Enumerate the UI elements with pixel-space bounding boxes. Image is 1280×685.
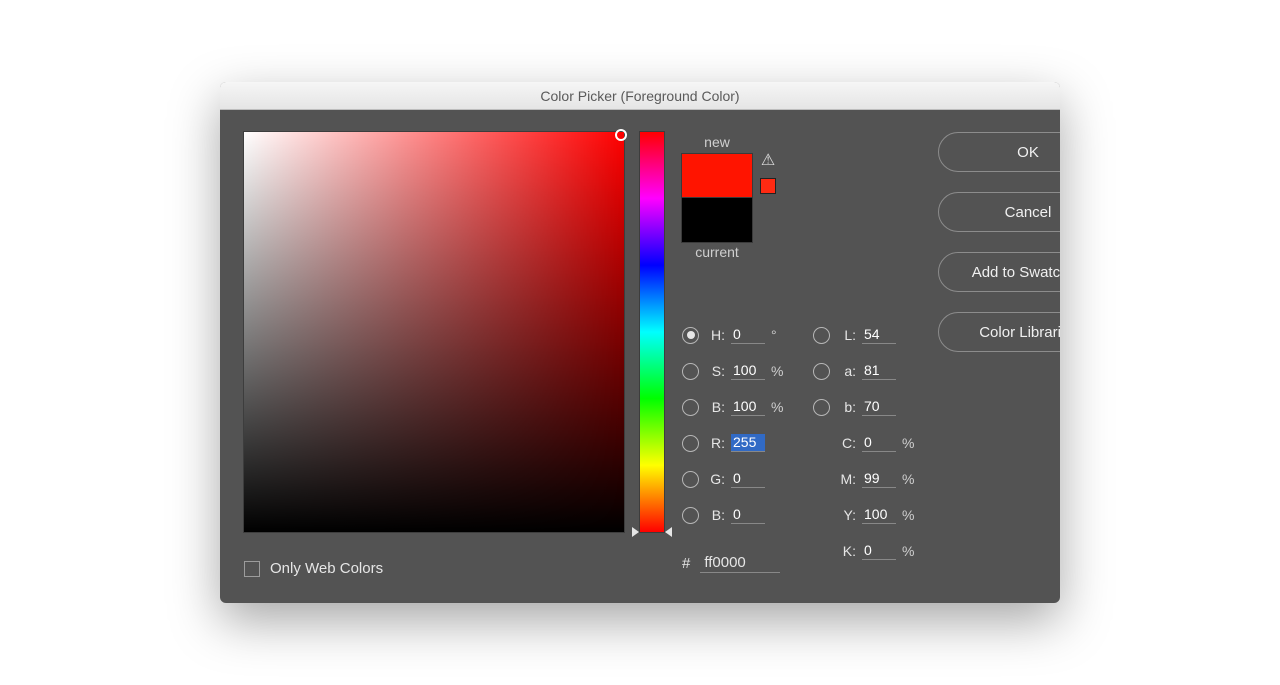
radio-a[interactable] bbox=[813, 363, 830, 380]
button-column: OK Cancel Add to Swatches Color Librarie… bbox=[938, 132, 1060, 577]
unit-m: % bbox=[902, 471, 916, 487]
saturation-brightness-field[interactable] bbox=[244, 132, 624, 532]
only-web-colors-label: Only Web Colors bbox=[270, 560, 383, 577]
gamut-nearest-swatch[interactable] bbox=[760, 178, 776, 194]
unit-s: % bbox=[771, 363, 785, 379]
unit-b-hsb: % bbox=[771, 399, 785, 415]
label-c: C: bbox=[836, 435, 856, 451]
input-a[interactable]: 81 bbox=[862, 362, 896, 380]
new-label: new bbox=[704, 134, 730, 150]
row-h: H: 0 ° bbox=[682, 326, 785, 344]
row-l: L: 54 bbox=[813, 326, 916, 344]
radio-s[interactable] bbox=[682, 363, 699, 380]
input-r[interactable]: 255 bbox=[731, 434, 765, 452]
unit-c: % bbox=[902, 435, 916, 451]
radio-r[interactable] bbox=[682, 435, 699, 452]
radio-b-hsb[interactable] bbox=[682, 399, 699, 416]
radio-g[interactable] bbox=[682, 471, 699, 488]
input-lab-b[interactable]: 70 bbox=[862, 398, 896, 416]
row-b-rgb: B: 0 bbox=[682, 506, 785, 524]
input-y[interactable]: 100 bbox=[862, 506, 896, 524]
label-s: S: bbox=[705, 363, 725, 379]
row-k: K: 0 % bbox=[813, 542, 916, 560]
label-hex: # bbox=[682, 555, 690, 572]
label-l: L: bbox=[836, 327, 856, 343]
cancel-button[interactable]: Cancel bbox=[938, 192, 1060, 232]
row-b-hsb: B: 100 % bbox=[682, 398, 785, 416]
input-l[interactable]: 54 bbox=[862, 326, 896, 344]
label-b-rgb: B: bbox=[705, 507, 725, 523]
input-hex[interactable]: ff0000 bbox=[700, 554, 780, 573]
preview-stack: new current ⚠ bbox=[682, 132, 776, 264]
label-a: a: bbox=[836, 363, 856, 379]
fields-area: H: 0 ° S: 100 % B: 1 bbox=[682, 326, 916, 573]
preview-new-swatch bbox=[682, 154, 752, 198]
radio-lab-b[interactable] bbox=[813, 399, 830, 416]
left-column: Only Web Colors bbox=[244, 132, 664, 577]
hue-slider[interactable] bbox=[640, 132, 664, 532]
bri-gradient bbox=[244, 132, 624, 532]
input-b-rgb[interactable]: 0 bbox=[731, 506, 765, 524]
label-h: H: bbox=[705, 327, 725, 343]
color-picker-dialog: Color Picker (Foreground Color) Only Web… bbox=[220, 82, 1060, 603]
row-s: S: 100 % bbox=[682, 362, 785, 380]
gamut-warning-column: ⚠ bbox=[760, 150, 776, 194]
fields-two-col: H: 0 ° S: 100 % B: 1 bbox=[682, 326, 916, 573]
radio-b-rgb[interactable] bbox=[682, 507, 699, 524]
preview-block: new current bbox=[682, 132, 752, 264]
only-web-colors-checkbox[interactable] bbox=[244, 561, 260, 577]
label-lab-b: b: bbox=[836, 399, 856, 415]
row-r: R: 255 bbox=[682, 434, 785, 452]
color-libraries-button[interactable]: Color Libraries bbox=[938, 312, 1060, 352]
label-r: R: bbox=[705, 435, 725, 451]
color-field-row bbox=[244, 132, 664, 532]
titlebar: Color Picker (Foreground Color) bbox=[220, 82, 1060, 110]
unit-y: % bbox=[902, 507, 916, 523]
row-hex: # ff0000 bbox=[682, 554, 785, 573]
input-h[interactable]: 0 bbox=[731, 326, 765, 344]
radio-h[interactable] bbox=[682, 327, 699, 344]
label-b-hsb: B: bbox=[705, 399, 725, 415]
ok-button[interactable]: OK bbox=[938, 132, 1060, 172]
window-title: Color Picker (Foreground Color) bbox=[540, 88, 739, 104]
add-to-swatches-button[interactable]: Add to Swatches bbox=[938, 252, 1060, 292]
hue-slider-handle-icon[interactable] bbox=[632, 527, 672, 537]
input-m[interactable]: 99 bbox=[862, 470, 896, 488]
label-y: Y: bbox=[836, 507, 856, 523]
row-g: G: 0 bbox=[682, 470, 785, 488]
hue-slider-wrap bbox=[640, 132, 664, 532]
fields-right-col: L: 54 a: 81 b: 70 bbox=[813, 326, 916, 573]
label-g: G: bbox=[705, 471, 725, 487]
label-m: M: bbox=[836, 471, 856, 487]
fields-left-col: H: 0 ° S: 100 % B: 1 bbox=[682, 326, 785, 573]
label-k: K: bbox=[836, 543, 856, 559]
current-label: current bbox=[695, 244, 739, 260]
middle-column: new current ⚠ H: 0 bbox=[682, 132, 916, 577]
input-b-hsb[interactable]: 100 bbox=[731, 398, 765, 416]
color-cursor-icon[interactable] bbox=[615, 129, 627, 141]
dialog-body: Only Web Colors new current ⚠ bbox=[220, 110, 1060, 603]
only-web-colors-row: Only Web Colors bbox=[244, 560, 664, 577]
input-c[interactable]: 0 bbox=[862, 434, 896, 452]
row-a: a: 81 bbox=[813, 362, 916, 380]
input-k[interactable]: 0 bbox=[862, 542, 896, 560]
input-s[interactable]: 100 bbox=[731, 362, 765, 380]
input-g[interactable]: 0 bbox=[731, 470, 765, 488]
row-c: C: 0 % bbox=[813, 434, 916, 452]
gamut-warning-icon: ⚠ bbox=[761, 150, 775, 170]
row-y: Y: 100 % bbox=[813, 506, 916, 524]
unit-k: % bbox=[902, 543, 916, 559]
row-m: M: 99 % bbox=[813, 470, 916, 488]
radio-l[interactable] bbox=[813, 327, 830, 344]
unit-h: ° bbox=[771, 327, 785, 343]
preview-current-swatch[interactable] bbox=[682, 198, 752, 242]
row-lab-b: b: 70 bbox=[813, 398, 916, 416]
